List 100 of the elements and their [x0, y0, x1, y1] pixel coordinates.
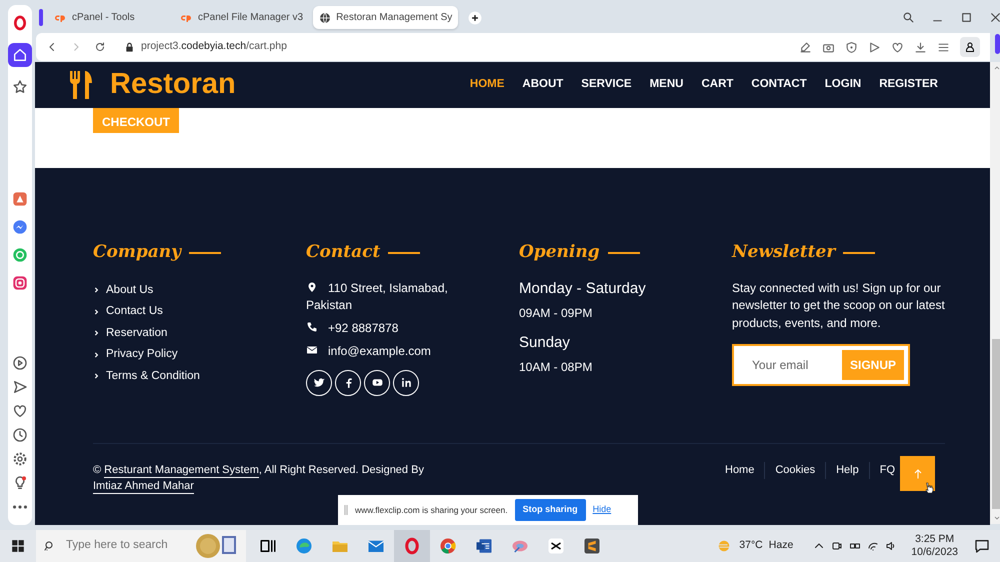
person-icon: [964, 41, 976, 53]
chevron-icon: [93, 329, 100, 338]
instagram-icon: [12, 275, 28, 291]
sidebar-handle[interactable]: [994, 34, 1000, 54]
nav-link[interactable]: LOGIN: [824, 76, 862, 94]
contact-info: +92 8887878: [306, 320, 456, 336]
nav-link[interactable]: SERVICE: [581, 76, 632, 94]
lock-icon: [124, 42, 135, 52]
heading-rule: [843, 252, 876, 254]
opera-taskbar-button[interactable]: [394, 530, 430, 562]
maximize-icon[interactable]: [960, 11, 973, 24]
phone-icon: [306, 320, 318, 332]
section-heading: Contact: [306, 241, 380, 264]
browser-tab[interactable]: Restoran Management Sy: [313, 6, 458, 29]
drag-handle-icon[interactable]: [344, 505, 348, 515]
chevron-icon: [93, 308, 100, 316]
clock-icon: [12, 427, 28, 443]
chevron-icon: [93, 286, 100, 294]
footer-credit-link[interactable]: Resturant Management System: [104, 464, 259, 478]
scroll-down-icon[interactable]: [993, 515, 1000, 521]
footer-link[interactable]: Reservation: [93, 322, 306, 344]
cpanel-icon: [53, 12, 67, 22]
heading-rule: [388, 252, 420, 254]
stop-sharing-button[interactable]: Stop sharing: [514, 499, 586, 521]
browser-tab[interactable]: cPanel - Tools: [47, 6, 169, 29]
nav-link[interactable]: CONTACT: [751, 76, 807, 94]
share-message: www.flexclip.com is sharing your screen.: [355, 504, 508, 516]
scroll-up-icon[interactable]: [993, 65, 1000, 71]
close-icon[interactable]: [989, 11, 1000, 24]
footer-link[interactable]: About Us: [93, 280, 306, 301]
reload-icon[interactable]: [94, 41, 106, 53]
footer-credit-link[interactable]: Imtiaz Ahmed Mahar: [93, 480, 194, 494]
scrollbar[interactable]: [990, 62, 1000, 524]
linkedin-button[interactable]: [393, 370, 419, 396]
browser-tab[interactable]: cPanel File Manager v3: [173, 6, 310, 29]
wifi-icon[interactable]: [867, 540, 880, 552]
windows-icon: [11, 539, 25, 553]
footer-link[interactable]: Contact Us: [93, 301, 306, 322]
edit-icon[interactable]: [799, 40, 812, 54]
brand-name[interactable]: Restoran: [110, 63, 236, 107]
download-icon[interactable]: [914, 40, 927, 54]
location-icon: [306, 280, 318, 292]
player-icon: [12, 355, 28, 371]
section-heading: Newsletter: [732, 241, 836, 264]
search-icon[interactable]: [902, 11, 915, 24]
star-icon: [12, 79, 28, 95]
back-to-top-button[interactable]: [900, 456, 935, 491]
footer-link[interactable]: Cookies: [764, 462, 826, 478]
search-field[interactable]: Type here to search: [64, 536, 184, 556]
nav-link[interactable]: HOME: [470, 76, 504, 94]
send-icon: [12, 379, 28, 395]
newsletter-text: Stay connected with us! Sign up for our newsletter to get the scoop on our latest products, events, and more.: [732, 280, 945, 332]
weather-condition: Haze: [768, 538, 794, 554]
app-icon: [12, 191, 28, 207]
edge-icon: [295, 537, 313, 555]
nav-link[interactable]: CART: [701, 76, 734, 94]
opera-icon: [403, 537, 421, 555]
heading-rule: [189, 252, 221, 254]
word-icon: [475, 537, 493, 555]
chevron-icon: [93, 372, 100, 380]
linkedin-icon: [400, 376, 412, 389]
chrome-icon: [439, 537, 457, 555]
section-heading: Company: [93, 241, 181, 264]
tab-island-marker: [39, 9, 43, 26]
meet-now-icon[interactable]: [831, 540, 844, 552]
nav-link[interactable]: ABOUT: [522, 76, 564, 94]
new-tab-icon[interactable]: [468, 10, 482, 24]
hide-link[interactable]: Hide: [592, 503, 612, 517]
scroll-thumb[interactable]: [992, 339, 1000, 509]
shield-icon[interactable]: [845, 40, 858, 54]
whatsapp-icon: [12, 247, 28, 263]
nav-link[interactable]: MENU: [650, 76, 684, 94]
twitter-button[interactable]: [306, 370, 332, 396]
taskbar-search-box[interactable]: Type here to search: [36, 530, 246, 562]
footer-link[interactable]: Home: [715, 462, 764, 478]
contact-info: 110 Street, Islamabad, Pakistan: [306, 280, 449, 314]
chevron-icon: [93, 350, 100, 359]
globe-icon: [319, 12, 332, 24]
footer-link[interactable]: Help: [825, 462, 869, 478]
clock-date[interactable]: 10/6/2023: [911, 546, 958, 559]
section-heading: Opening: [519, 241, 600, 264]
youtube-button[interactable]: [364, 370, 390, 396]
clock-time[interactable]: 3:25 PM: [911, 533, 958, 546]
temperature-text: 37°C: [739, 538, 763, 554]
facebook-button[interactable]: [335, 370, 361, 396]
footer-link[interactable]: Privacy Policy: [93, 344, 306, 366]
heart-icon[interactable]: [891, 40, 904, 54]
nav-link[interactable]: REGISTER: [879, 76, 938, 94]
url-text[interactable]: project3.codebyia.tech/cart.php: [141, 39, 287, 55]
email-field[interactable]: Your email: [750, 355, 840, 375]
menu-icon[interactable]: [937, 40, 950, 54]
footer-link[interactable]: FQ: [868, 462, 895, 478]
send-icon[interactable]: [868, 40, 881, 54]
capcut-icon: [547, 537, 565, 555]
heading-rule: [608, 252, 640, 254]
footer-link[interactable]: Terms & Condition: [93, 366, 306, 387]
notification-icon[interactable]: [974, 538, 990, 554]
home-icon: [12, 47, 28, 63]
home-button[interactable]: [8, 43, 32, 67]
profile-button[interactable]: [960, 37, 980, 57]
